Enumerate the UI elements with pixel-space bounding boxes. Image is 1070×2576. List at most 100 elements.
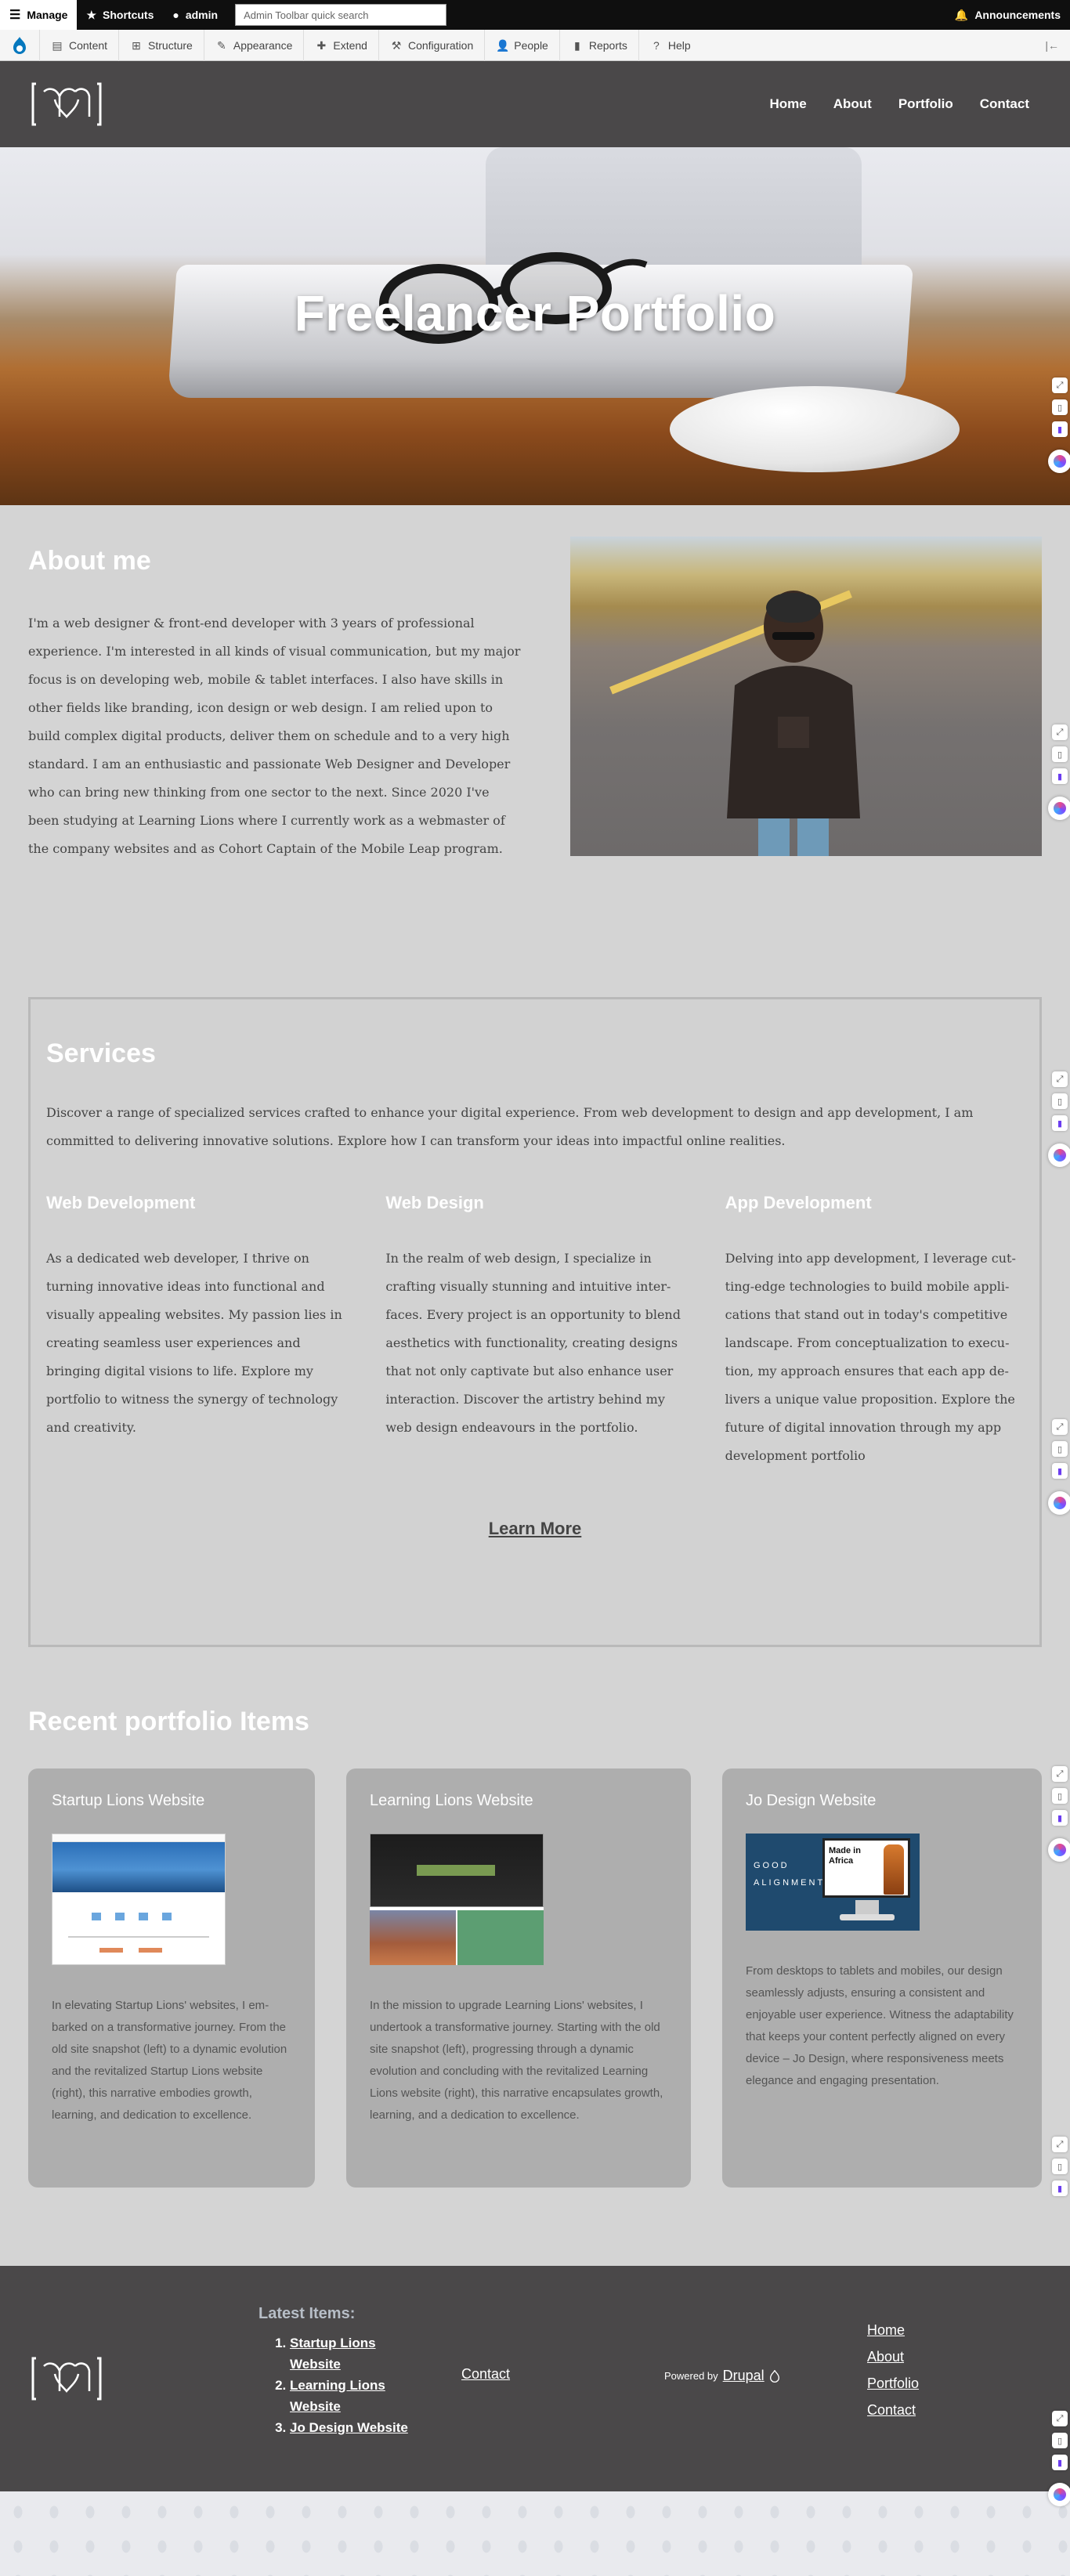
portfolio-card[interactable]: Jo Design Website GOOD ALIGNMENT Made in… bbox=[722, 1769, 1042, 2188]
nav-contact[interactable]: Contact bbox=[980, 96, 1029, 112]
tray-label: Help bbox=[667, 38, 691, 52]
manage-tab[interactable]: ☰ Manage bbox=[0, 0, 78, 30]
card-title[interactable]: Learning Lions Website bbox=[370, 1792, 667, 1810]
user-label: admin bbox=[185, 9, 219, 21]
bell-icon: 🔔 bbox=[954, 8, 969, 21]
services-title: Services bbox=[46, 1039, 156, 1068]
assistant-orb-icon[interactable] bbox=[1048, 797, 1070, 820]
tray-structure[interactable]: ⊞ Structure bbox=[118, 29, 204, 61]
reports-icon: ▮ bbox=[573, 38, 580, 52]
expand-icon[interactable]: ⤢ bbox=[1052, 1766, 1068, 1782]
user-tab[interactable]: ● admin bbox=[163, 0, 227, 30]
about-text: About me I'm a web designer & front-end … bbox=[28, 537, 522, 975]
learn-more-link[interactable]: Learn More bbox=[46, 1519, 1024, 1539]
book-icon[interactable]: ▯ bbox=[1052, 1441, 1068, 1457]
latest-link[interactable]: Learning Lions Website bbox=[290, 2378, 385, 2414]
expand-icon[interactable]: ⤢ bbox=[1052, 2411, 1068, 2426]
tray-content[interactable]: ▤ Content bbox=[39, 29, 118, 61]
tray-people[interactable]: 👤 People bbox=[484, 29, 559, 61]
book-icon[interactable]: ▯ bbox=[1052, 1788, 1068, 1804]
book-icon[interactable]: ▯ bbox=[1052, 2159, 1068, 2174]
tray-extend[interactable]: ✚ Extend bbox=[303, 29, 378, 61]
bookmark-icon[interactable]: ▮ bbox=[1052, 421, 1068, 437]
tray-orientation-toggle-icon[interactable]: |← bbox=[1034, 39, 1070, 52]
structure-icon: ⊞ bbox=[132, 38, 141, 52]
assistant-orb-icon[interactable] bbox=[1048, 1838, 1070, 1862]
card-thumbnail[interactable] bbox=[52, 1834, 226, 1965]
latest-link[interactable]: Startup Lions Website bbox=[290, 2336, 376, 2372]
side-widget: ⤢ ▯ ▮ bbox=[1050, 2137, 1070, 2196]
expand-icon[interactable]: ⤢ bbox=[1052, 1071, 1068, 1087]
bookmark-icon[interactable]: ▮ bbox=[1052, 2180, 1068, 2196]
footer-nav-about[interactable]: About bbox=[867, 2349, 919, 2365]
site-header: Home About Portfolio Contact bbox=[0, 61, 1070, 147]
assistant-orb-icon[interactable] bbox=[1048, 1491, 1070, 1515]
tray-reports[interactable]: ▮ Reports bbox=[558, 29, 638, 61]
admin-search-input[interactable]: Admin Toolbar quick search bbox=[235, 4, 447, 26]
nav-home[interactable]: Home bbox=[770, 96, 807, 112]
bookmark-icon[interactable]: ▮ bbox=[1052, 1115, 1068, 1131]
nav-portfolio[interactable]: Portfolio bbox=[898, 96, 953, 112]
assistant-orb-icon[interactable] bbox=[1048, 2483, 1070, 2506]
bookmark-icon[interactable]: ▮ bbox=[1052, 768, 1068, 784]
hero-banner: Freelancer Portfolio bbox=[0, 147, 1070, 505]
portfolio-card[interactable]: Learning Lions Website In the mission to… bbox=[346, 1769, 691, 2188]
powered-by: Powered by Drupal bbox=[664, 2368, 780, 2384]
content-icon: ▤ bbox=[52, 38, 63, 52]
expand-icon[interactable]: ⤢ bbox=[1052, 724, 1068, 740]
book-icon[interactable]: ▯ bbox=[1052, 1093, 1068, 1109]
book-icon[interactable]: ▯ bbox=[1052, 746, 1068, 762]
shortcuts-label: Shortcuts bbox=[103, 9, 154, 21]
card-body: In the mission to upgrade Learning Lions… bbox=[370, 1999, 663, 2122]
drupal-logo-icon[interactable] bbox=[0, 30, 39, 61]
bookmark-icon[interactable]: ▮ bbox=[1052, 1810, 1068, 1826]
expand-icon[interactable]: ⤢ bbox=[1052, 378, 1068, 393]
list-item: Jo Design Website bbox=[290, 2417, 415, 2438]
shortcuts-tab[interactable]: ★ Shortcuts bbox=[77, 0, 163, 30]
footer-nav-contact[interactable]: Contact bbox=[867, 2402, 919, 2419]
card-thumbnail[interactable]: GOOD ALIGNMENT Made in Africa bbox=[746, 1834, 920, 1931]
tray-label: People bbox=[514, 38, 548, 52]
tray-configuration[interactable]: ⚒ Configuration bbox=[378, 29, 484, 61]
footer-nav-home[interactable]: Home bbox=[867, 2322, 919, 2339]
assistant-orb-icon[interactable] bbox=[1048, 450, 1070, 473]
side-widget: ⤢ ▯ ▮ bbox=[1048, 724, 1070, 820]
help-icon: ? bbox=[652, 38, 660, 52]
tray-label: Configuration bbox=[407, 38, 474, 52]
service-title: App Development bbox=[725, 1193, 872, 1212]
latest-link[interactable]: Jo Design Website bbox=[290, 2420, 408, 2435]
bookmark-icon[interactable]: ▮ bbox=[1052, 1463, 1068, 1479]
site-logo-icon[interactable] bbox=[31, 81, 102, 128]
list-item: Startup Lions Website bbox=[290, 2332, 415, 2375]
card-title[interactable]: Startup Lions Website bbox=[52, 1792, 291, 1810]
powered-by-label: Powered by bbox=[664, 2370, 718, 2382]
footer-nav-portfolio[interactable]: Portfolio bbox=[867, 2375, 919, 2392]
footer-logo-icon[interactable] bbox=[31, 2355, 102, 2402]
tray-appearance[interactable]: ✎ Appearance bbox=[203, 29, 304, 61]
thumb-monitor-text: Made in Africa bbox=[829, 1846, 861, 1866]
tray-help[interactable]: ? Help bbox=[638, 29, 702, 61]
book-icon[interactable]: ▯ bbox=[1052, 399, 1068, 415]
expand-icon[interactable]: ⤢ bbox=[1052, 1419, 1068, 1435]
drupal-link[interactable]: Drupal bbox=[723, 2368, 765, 2384]
about-section: About me I'm a web designer & front-end … bbox=[0, 505, 1070, 975]
footer-contact-link[interactable]: Contact bbox=[461, 2366, 510, 2383]
about-body: I'm a web designer & front-end developer… bbox=[28, 616, 521, 856]
book-icon[interactable]: ▯ bbox=[1052, 2433, 1068, 2448]
tray-label: Extend bbox=[333, 38, 367, 52]
nav-about[interactable]: About bbox=[833, 96, 872, 112]
thumb-footer-links bbox=[99, 1948, 178, 1953]
admin-toolbar: ☰ Manage ★ Shortcuts ● admin Admin Toolb… bbox=[0, 0, 1070, 30]
hero-title: Freelancer Portfolio bbox=[294, 285, 776, 341]
card-thumbnail[interactable] bbox=[370, 1834, 544, 1965]
tray-label: Appearance bbox=[233, 38, 293, 52]
thumb-stand bbox=[855, 1900, 879, 1916]
bookmark-icon[interactable]: ▮ bbox=[1052, 2455, 1068, 2470]
expand-icon[interactable]: ⤢ bbox=[1052, 2137, 1068, 2152]
services-columns: Web Development As a dedicated web devel… bbox=[46, 1193, 1024, 1470]
assistant-orb-icon[interactable] bbox=[1048, 1143, 1070, 1167]
thumb-header-bar bbox=[52, 1834, 225, 1842]
portfolio-card[interactable]: Startup Lions Website In elevating Start… bbox=[28, 1769, 315, 2188]
announcements-tab[interactable]: 🔔 Announcements bbox=[945, 0, 1070, 30]
card-title[interactable]: Jo Design Website bbox=[746, 1792, 1018, 1810]
